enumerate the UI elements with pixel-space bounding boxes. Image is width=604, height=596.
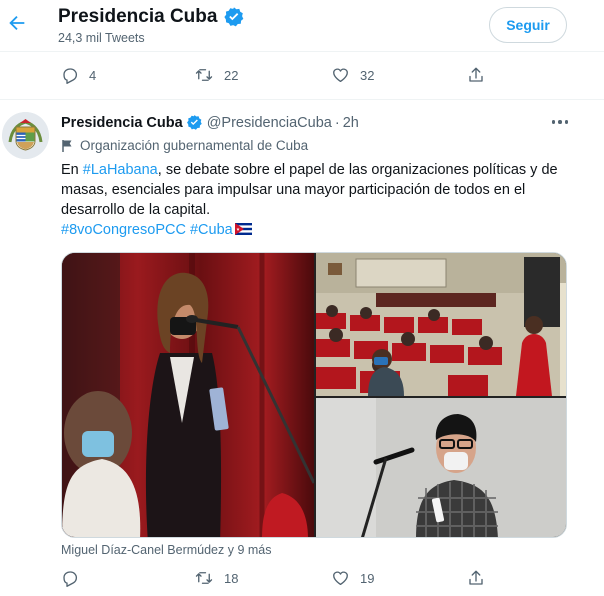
account-label-text: Organización gubernamental de Cuba — [80, 138, 309, 153]
avatar[interactable] — [2, 112, 49, 159]
like-icon — [333, 68, 348, 83]
profile-header: Presidencia Cuba 24,3 mil Tweets Seguir — [0, 0, 604, 52]
cuba-coat-of-arms-icon — [2, 112, 49, 159]
retweet-icon — [195, 572, 213, 584]
hashtag-link[interactable]: #Cuba — [190, 222, 233, 238]
media-grid — [61, 252, 567, 538]
like-icon — [333, 571, 348, 586]
share-icon — [469, 570, 483, 585]
prev-tweet-actions: 4 22 32 — [0, 66, 604, 88]
like-count: 32 — [360, 67, 375, 83]
back-arrow-icon — [9, 15, 25, 31]
share-button[interactable] — [467, 66, 485, 84]
more-icon — [551, 120, 556, 124]
more-icon-dot — [558, 120, 562, 124]
follow-button[interactable]: Seguir — [489, 7, 567, 43]
reply-button[interactable] — [61, 569, 89, 587]
cuba-flag-icon — [234, 223, 252, 235]
author-name[interactable]: Presidencia Cuba — [61, 115, 183, 131]
reply-count: 4 — [89, 67, 97, 83]
more-icon-dot — [564, 120, 569, 124]
verified-badge-icon — [186, 115, 202, 130]
retweet-button[interactable]: 22 — [194, 66, 238, 84]
reply-button[interactable]: 4 — [61, 66, 96, 84]
hashtag-link[interactable]: #LaHabana — [83, 162, 158, 178]
tagged-people[interactable]: Miguel Díaz-Canel Bermúdez y 9 más — [61, 543, 272, 557]
profile-name-text: Presidencia Cuba — [58, 6, 218, 27]
hashtag-link[interactable]: #8voCongresoPCC — [61, 222, 186, 238]
tweet-actions: 18 19 — [0, 569, 604, 591]
flag-label-icon — [62, 139, 72, 152]
separator: · — [334, 114, 340, 131]
share-icon — [469, 67, 483, 82]
tweet-text-prefix: En — [61, 162, 83, 178]
back-button[interactable] — [4, 10, 30, 36]
tweets-count: 24,3 mil Tweets — [58, 31, 145, 45]
tweet-text: En #LaHabana, se debate sobre el papel d… — [61, 160, 581, 240]
photo-speaker-man[interactable] — [316, 398, 566, 537]
retweet-icon — [195, 69, 213, 81]
retweet-count: 22 — [224, 67, 239, 83]
photo-meeting-audience[interactable] — [316, 253, 566, 396]
reply-icon — [63, 68, 78, 84]
profile-name: Presidencia Cuba — [58, 6, 245, 28]
reply-icon — [63, 571, 78, 587]
more-button[interactable] — [548, 111, 572, 133]
author-handle[interactable]: @PresidenciaCuba — [207, 115, 332, 131]
retweet-count: 18 — [224, 570, 239, 586]
account-label: Organización gubernamental de Cuba — [61, 138, 308, 153]
tweet-header: Presidencia Cuba @PresidenciaCuba · 2h — [61, 114, 359, 131]
like-button[interactable]: 32 — [331, 66, 374, 84]
verified-badge-icon — [224, 7, 244, 27]
tweet-time[interactable]: 2h — [343, 115, 359, 131]
share-button[interactable] — [467, 569, 485, 587]
like-button[interactable]: 19 — [331, 569, 374, 587]
tweet-divider — [0, 99, 604, 100]
retweet-button[interactable]: 18 — [194, 569, 238, 587]
like-count: 19 — [360, 570, 375, 586]
photo-speaker-woman[interactable] — [62, 253, 314, 537]
